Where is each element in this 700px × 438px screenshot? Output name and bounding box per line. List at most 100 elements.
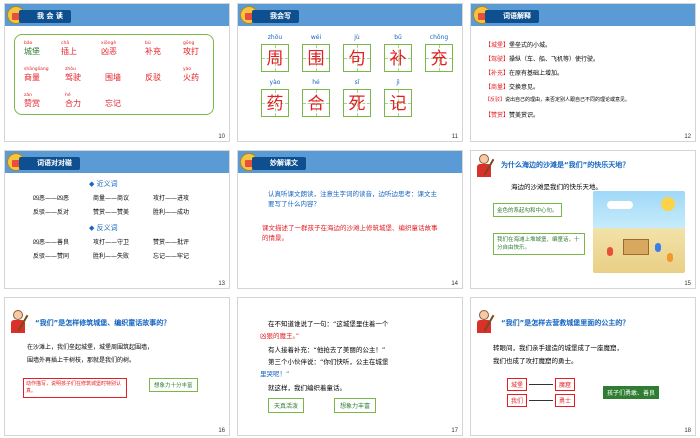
word-item: yào 火药 [183, 67, 199, 82]
arrow-icon [529, 400, 553, 401]
word-pair: 反驳——反对 [33, 209, 70, 216]
teacher-icon [474, 154, 495, 178]
word-item: shāngliang 商量 [24, 67, 49, 82]
tag-box: 天真活泼 [268, 398, 305, 413]
definition: 【城堡】堡垒式的小城。 [485, 42, 552, 49]
definition: 【反驳】说出自己的理由，来否定别人跟自己不同的理论或意见。 [485, 97, 631, 103]
word-pair: 忘记——牢记 [153, 253, 190, 260]
slide-15[interactable]: 为什么海边的沙滩是“我们”的快乐天地？ 海边的沙滩是我们的快乐天地。 金色的系起… [470, 150, 696, 289]
slide-header: 我会写 [252, 10, 299, 23]
slide-14[interactable]: 妙解课文 认真听课文朗读，注意生字词的读音，边听边思考：课文主要写了什么内容？ … [237, 150, 463, 289]
word-item: bǎo 城堡 [24, 41, 40, 56]
note-box: 动作描写，说明孩子们在修筑城堡时特别认真。 [23, 378, 127, 398]
teacher-icon [474, 310, 495, 334]
pinyin: chōng [429, 34, 449, 41]
note-box: 金色的系起勾和中心句。 [493, 203, 562, 217]
text-line: 在不知道谁说了一句：“这城堡里住着一个 [268, 320, 389, 328]
slide-11[interactable]: 我会写 zhōu 周 wéi 围 jù 句 bǔ 补 chōng 充 yào 药… [237, 3, 463, 142]
definition: 【赞赏】赞美赏识。 [485, 112, 540, 119]
text-line: 在沙滩上，我们垒起城堡，城堡周围筑起围墙， [27, 344, 154, 351]
label-box: 勇士 [555, 394, 576, 407]
slide-header: 词语解释 [485, 10, 539, 23]
definition: 【商量】交换意见。 [485, 84, 540, 91]
text-line: 围墙外再插上干树枝，那就是我们的树。 [27, 357, 136, 364]
arrow-icon [529, 384, 553, 385]
word-item: zàn 赞赏 [24, 93, 40, 108]
word-item: 反驳 [145, 73, 161, 82]
text-line: 我们也成了攻打魔窟的勇士。 [493, 357, 578, 365]
text-line: 有人接着补充：“他抢去了美丽的公主！” [268, 346, 386, 354]
word-pair: 凶恶——善良 [33, 239, 70, 246]
synonym-title: ◆ 近义词 [89, 180, 118, 188]
char-cell: 句 [343, 44, 371, 72]
teacher-icon [8, 310, 29, 334]
question: “我们”是怎样去营救城堡里面的公主的？ [501, 319, 630, 327]
word-item: bǔ 补充 [145, 41, 161, 56]
label-box: 我们 [507, 394, 528, 407]
slide-number: 14 [451, 281, 458, 287]
word-pair: 反驳——赞同 [33, 253, 70, 260]
pinyin: hé [312, 79, 320, 86]
pinyin: yào [269, 79, 281, 86]
word-item: hé 合力 [65, 93, 81, 108]
note-box: 我们在海滩上堆城堡、编童话，十分自由快乐。 [493, 233, 585, 255]
char-cell: 补 [384, 44, 412, 72]
pinyin: zhōu [267, 34, 283, 41]
word-pair: 赞赏——批评 [153, 239, 190, 246]
char-cell: 死 [343, 89, 371, 117]
slide-header: 我 会 读 [19, 10, 71, 23]
char-cell: 周 [261, 44, 289, 72]
word-item: xiōngè 凶恶 [101, 41, 117, 56]
slide-13[interactable]: 词语对对碰 ◆ 近义词 凶恶——凶恶 商量——商议 攻打——进攻 反驳——反对 … [4, 150, 230, 289]
definition: 【驾驶】操纵（车、船、飞机等）使行驶。 [485, 56, 600, 63]
label-box: 魔窟 [555, 378, 576, 391]
beach-illustration [593, 191, 685, 273]
char-cell: 记 [384, 89, 412, 117]
question: 为什么海边的沙滩是“我们”的快乐天地？ [501, 161, 630, 169]
slide-number: 15 [684, 281, 691, 287]
definition: 【补充】在原有基础上增加。 [485, 70, 564, 77]
text-line: 凶狠的魔王。” [260, 332, 300, 340]
word-pair: 赞赏——赞美 [93, 209, 130, 216]
word-item: zhòu 驾驶 [65, 67, 81, 82]
word-pair: 凶恶——凶恶 [33, 195, 70, 202]
slide-16[interactable]: “我们”是怎样修筑城堡、编织童话故事的？ 在沙滩上，我们垒起城堡，城堡周围筑起围… [4, 297, 230, 436]
slide-12[interactable]: 词语解释 【城堡】堡垒式的小城。 【驾驶】操纵（车、船、飞机等）使行驶。 【补充… [470, 3, 696, 142]
tag-box: 孩子们勇敢、善良 [603, 386, 660, 399]
pinyin: sǐ [354, 79, 360, 86]
tag-box: 想象力丰富 [334, 398, 377, 413]
slide-10[interactable]: 我 会 读 bǎo 城堡 chā 插上 xiōngè 凶恶 bǔ 补充 gōng 攻打 s… [4, 3, 230, 142]
slide-header: 词语对对碰 [19, 157, 80, 170]
slide-header: 妙解课文 [252, 157, 306, 170]
answer-text: 海边的沙滩是我们的快乐天地。 [511, 183, 602, 191]
word-item: 忘记 [105, 99, 121, 108]
word-item: gōng 攻打 [183, 41, 199, 56]
slide-17[interactable]: 在不知道谁说了一句：“这城堡里住着一个 凶狠的魔王。” 有人接着补充：“他抢去了… [237, 297, 463, 436]
char-cell: 药 [261, 89, 289, 117]
slide-number: 13 [218, 281, 225, 287]
antonym-title: ◆ 反义词 [89, 224, 118, 232]
word-pair: 胜利——失败 [93, 253, 130, 260]
pinyin: bǔ [394, 34, 402, 41]
text-line: 里哭呢！” [260, 370, 290, 378]
text-line: 第三个小伙伴说：“你们快听，公主在城堡 [268, 358, 389, 366]
word-item: chā 插上 [61, 41, 77, 56]
slide-18[interactable]: “我们”是怎样去营救城堡里面的公主的？ 转眼间，我们亲手建造的城堡成了一座魔窟，… [470, 297, 696, 436]
char-cell: 合 [302, 89, 330, 117]
text-line: 就这样，我们编织着童话。 [268, 384, 346, 392]
word-pair: 攻打——守卫 [93, 239, 130, 246]
word-pair: 攻打——进攻 [153, 195, 190, 202]
pinyin: wéi [310, 34, 322, 41]
slide-number: 17 [451, 428, 458, 434]
word-item: 围墙 [105, 73, 121, 82]
char-cell: 围 [302, 44, 330, 72]
slide-number: 11 [451, 134, 458, 140]
slide-number: 10 [218, 134, 225, 140]
tag-box: 想象力十分丰富 [149, 378, 198, 392]
slide-number: 16 [218, 428, 225, 434]
text-line: 转眼间，我们亲手建造的城堡成了一座魔窟， [493, 344, 623, 352]
summary-text: 课文描述了一群孩子在海边的沙滩上修筑城堡、编织童话故事的情景。 [262, 224, 438, 242]
question: “我们”是怎样修筑城堡、编织童话故事的？ [35, 319, 171, 327]
word-pair: 胜利——成功 [153, 209, 190, 216]
slide-number: 18 [684, 428, 691, 434]
